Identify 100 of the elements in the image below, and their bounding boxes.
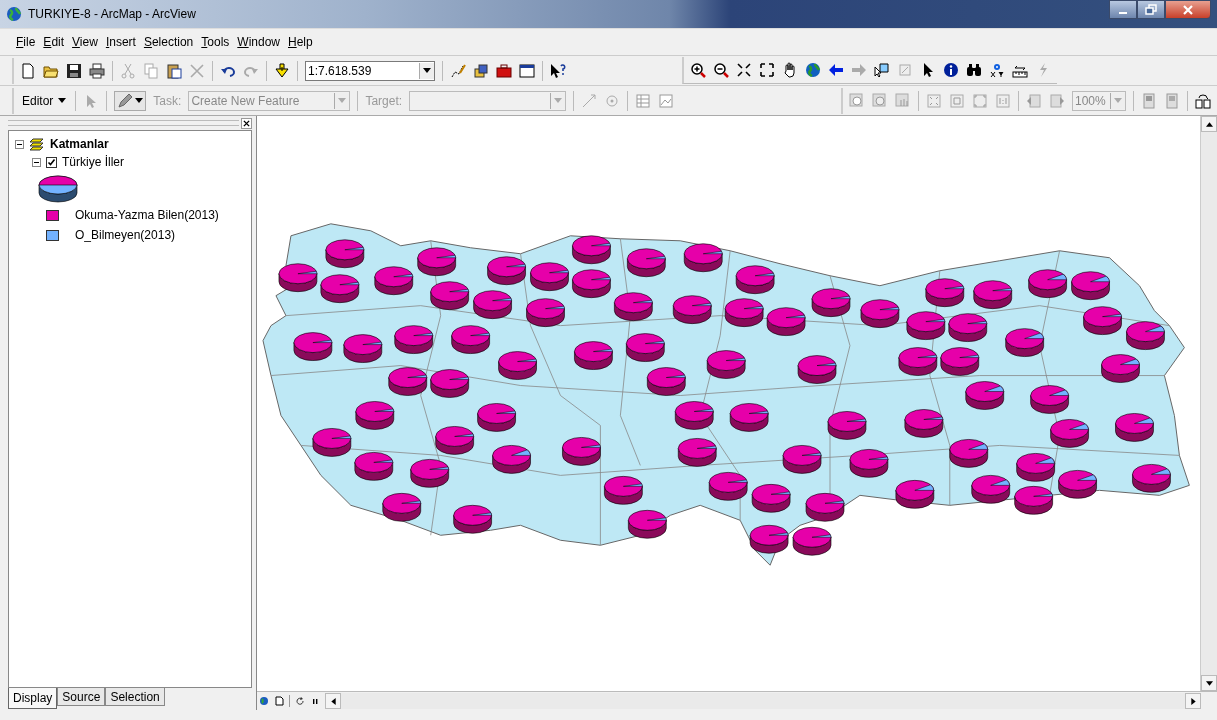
pie-chart-symbol <box>574 341 613 370</box>
editor-toolbar-icon[interactable] <box>450 62 466 79</box>
fixed-zoom-page-icon <box>949 92 965 109</box>
data-frame-label[interactable]: Katmanlar <box>50 137 109 151</box>
restore-button[interactable] <box>1137 0 1165 19</box>
pie-chart-symbol <box>382 493 422 522</box>
pie-chart-symbol <box>860 299 900 328</box>
back-arrow-icon[interactable] <box>828 62 844 78</box>
menu-item[interactable]: Selection <box>143 35 194 49</box>
scroll-up-icon <box>1205 121 1213 127</box>
pie-chart-symbol <box>473 290 512 319</box>
pie-chart-symbol <box>572 269 611 298</box>
fixed-zoom-out-icon[interactable] <box>759 62 775 78</box>
zoom-out-icon[interactable] <box>713 62 729 78</box>
vertical-scrollbar[interactable] <box>1200 116 1217 691</box>
select-features-icon[interactable] <box>874 62 890 78</box>
command-window-icon[interactable] <box>519 62 535 79</box>
layer-name[interactable]: Türkiye İller <box>62 155 124 169</box>
menu-item[interactable]: Tools <box>201 35 230 49</box>
menu-item[interactable]: Edit <box>43 35 65 49</box>
pie-chart-symbol <box>782 445 822 474</box>
pie-chart-symbol <box>1005 328 1044 357</box>
pie-chart-symbol <box>949 439 989 468</box>
change-layout-icon[interactable] <box>1195 92 1211 109</box>
pencil-icon <box>117 92 134 109</box>
fixed-zoom-in-icon[interactable] <box>736 62 752 78</box>
pie-chart-symbol <box>492 445 531 474</box>
binoculars-icon[interactable] <box>966 62 982 78</box>
pie-chart-symbol <box>293 332 333 361</box>
layers-icon <box>29 137 45 151</box>
pie-chart-symbol <box>677 438 717 467</box>
layout-zoom-in-icon <box>849 92 865 109</box>
pie-chart-symbol <box>906 311 946 340</box>
menu-item[interactable]: Window <box>237 35 280 49</box>
info-icon[interactable] <box>943 62 959 78</box>
pause-icon[interactable] <box>310 696 320 706</box>
cut-icon <box>120 62 136 79</box>
menu-item[interactable]: View <box>72 35 98 49</box>
menu-item[interactable]: File <box>16 35 36 49</box>
editor-menu-button[interactable]: Editor <box>20 93 69 108</box>
legend-label: Okuma-Yazma Bilen(2013) <box>75 208 219 222</box>
target-label: Target: <box>365 93 403 108</box>
pie-chart-symbol <box>410 459 449 488</box>
catalog-icon[interactable] <box>473 62 489 79</box>
sketch-properties-icon <box>658 92 675 109</box>
restore-icon <box>1145 3 1157 16</box>
zoom-whole-page-icon <box>926 92 942 109</box>
menu-item[interactable]: Help <box>288 35 313 49</box>
pie-chart-symbol <box>948 313 988 342</box>
pie-chart-symbol <box>673 295 712 324</box>
pie-chart-symbol <box>973 280 1012 309</box>
globe-icon <box>6 6 22 22</box>
paste-icon[interactable] <box>166 62 182 79</box>
add-data-icon[interactable] <box>274 62 290 79</box>
actual-size-icon <box>995 92 1011 109</box>
dropdown-arrow-icon <box>1114 98 1122 103</box>
pie-chart-symbol <box>724 298 764 327</box>
rotate-icon <box>604 92 621 109</box>
close-panel-button[interactable] <box>241 117 252 129</box>
panel-gripper[interactable] <box>8 120 239 126</box>
data-view-icon[interactable] <box>259 696 269 706</box>
toolbox-icon[interactable] <box>496 62 512 79</box>
pie-chart-symbol <box>355 401 395 430</box>
panel-tab[interactable]: Source <box>57 688 106 706</box>
layout-view-icon[interactable] <box>274 696 284 706</box>
delete-icon <box>189 62 205 79</box>
pie-chart-symbol <box>735 265 775 294</box>
panel-tab[interactable]: Display <box>8 688 58 709</box>
minimize-button[interactable] <box>1109 0 1137 19</box>
pie-chart-symbol <box>971 475 1010 504</box>
dropdown-arrow-icon <box>338 98 347 103</box>
panel-tab[interactable]: Selection <box>105 688 165 706</box>
save-icon[interactable] <box>66 62 82 79</box>
refresh-icon[interactable] <box>295 696 305 706</box>
close-button[interactable] <box>1165 0 1211 19</box>
sketch-tool-button[interactable] <box>114 90 147 111</box>
horizontal-scrollbar[interactable] <box>325 693 1201 709</box>
attributes-icon <box>635 92 652 109</box>
print-icon[interactable] <box>89 62 105 79</box>
scale-dropdown[interactable]: 1:7.618.539 <box>305 60 435 81</box>
menu-item[interactable]: Insert <box>105 35 136 49</box>
go-to-xy-icon[interactable] <box>989 62 1005 78</box>
new-document-icon[interactable] <box>20 62 36 79</box>
collapse-icon[interactable] <box>32 157 41 167</box>
layer-checkbox[interactable] <box>46 156 57 168</box>
task-label: Task: <box>153 93 182 108</box>
globe-icon[interactable] <box>805 62 821 78</box>
pie-chart-symbol <box>729 403 769 432</box>
pie-symbol-icon <box>38 173 78 203</box>
caret-icon <box>135 98 144 103</box>
pie-chart-symbol <box>1028 269 1067 298</box>
pan-hand-icon[interactable] <box>782 62 798 78</box>
pie-chart-symbol <box>343 334 383 363</box>
reshape-icon <box>581 92 598 109</box>
zoom-in-icon[interactable] <box>690 62 706 78</box>
pie-chart-symbol <box>647 367 686 396</box>
collapse-icon[interactable] <box>15 139 24 149</box>
help-pointer-icon[interactable] <box>550 62 566 79</box>
pie-chart-symbol <box>526 298 565 327</box>
pie-chart-symbol <box>477 403 516 432</box>
